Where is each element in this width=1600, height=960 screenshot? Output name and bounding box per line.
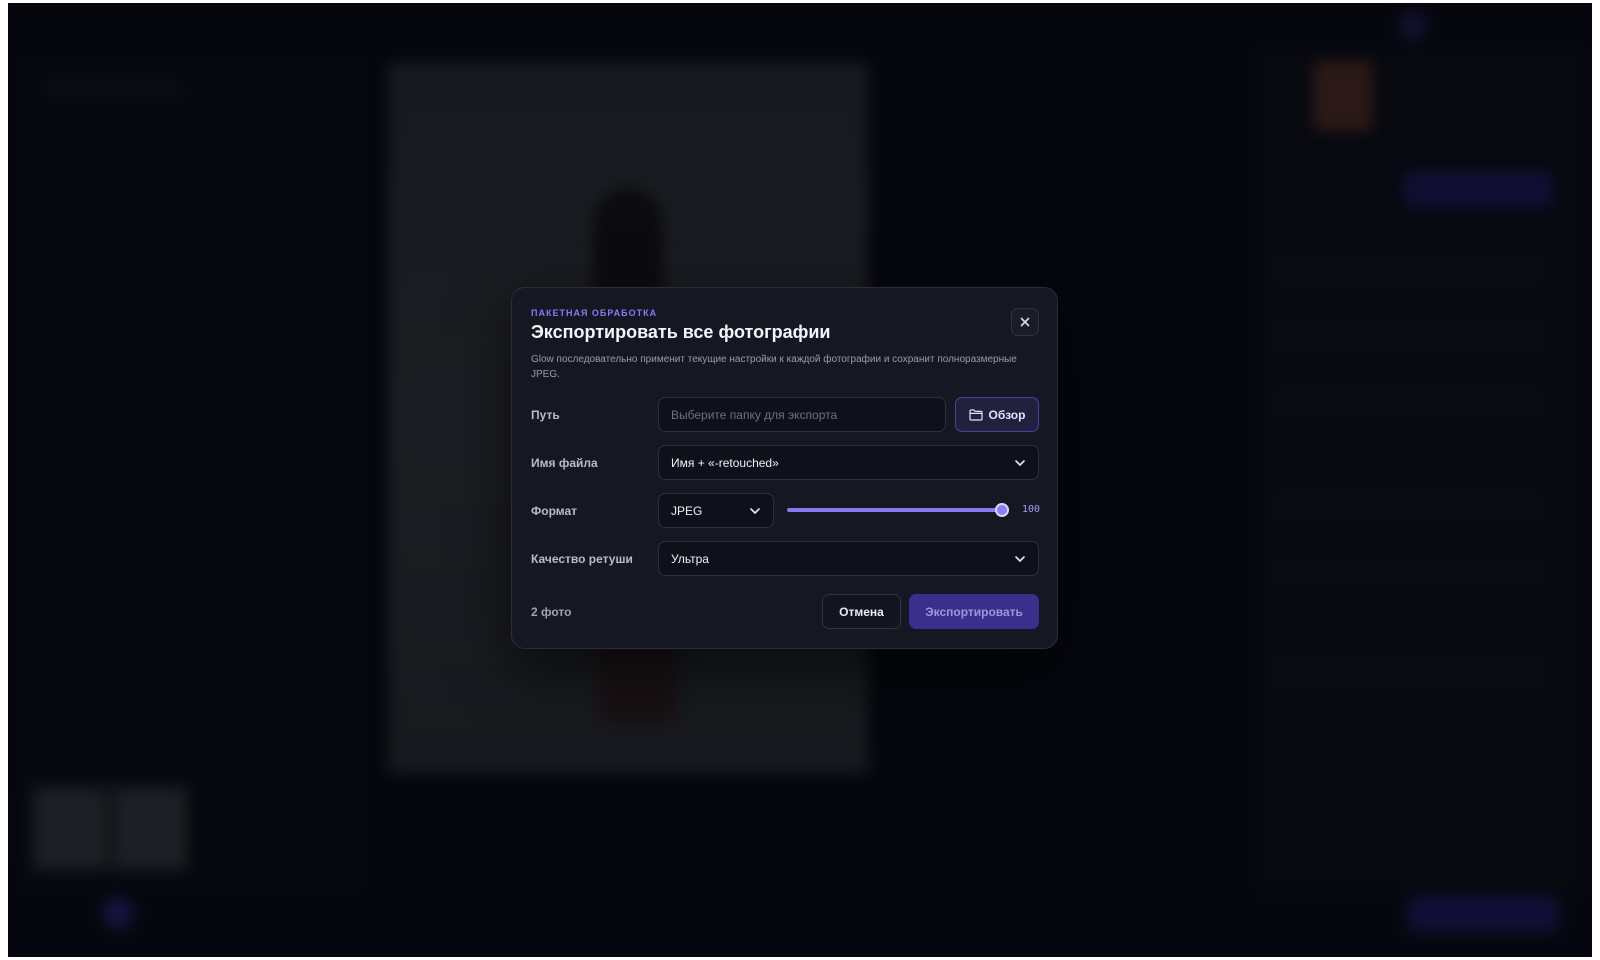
dialog-description: Glow последовательно применит текущие на… [531, 354, 1017, 380]
jpeg-quality-value: 100 [1021, 504, 1040, 515]
retouch-quality-select[interactable]: Ультра [658, 541, 1039, 576]
chevron-down-icon [749, 505, 761, 517]
close-button[interactable] [1011, 308, 1039, 336]
close-icon [1020, 317, 1030, 327]
export-path-input[interactable]: Выберите папку для экспорта [658, 397, 946, 432]
format-selected: JPEG [671, 503, 703, 518]
retouch-quality-selected: Ультра [671, 551, 709, 566]
browse-button-label: Обзор [988, 407, 1026, 422]
export-button[interactable]: Экспортировать [909, 594, 1039, 629]
dialog-title: Экспортировать все фотографии [531, 322, 831, 342]
filename-label: Имя файла [531, 456, 598, 470]
browse-button[interactable]: Обзор [955, 397, 1039, 432]
retouch-quality-label: Качество ретуши [531, 552, 633, 566]
chevron-down-icon [1014, 553, 1026, 565]
slider-fill [787, 508, 1002, 512]
chevron-down-icon [1014, 457, 1026, 469]
dialog-eyebrow: ПАКЕТНАЯ ОБРАБОТКА [531, 308, 658, 318]
export-all-dialog: ПАКЕТНАЯ ОБРАБОТКА Экспортировать все фо… [511, 287, 1058, 649]
photo-count: 2 фото [531, 605, 572, 619]
folder-icon [968, 408, 983, 421]
slider-handle[interactable] [995, 503, 1009, 517]
format-select[interactable]: JPEG [658, 493, 774, 528]
export-path-placeholder: Выберите папку для экспорта [671, 407, 838, 422]
filename-select[interactable]: Имя + «-retouched» [658, 445, 1039, 480]
jpeg-quality-slider[interactable] [787, 503, 1009, 517]
filename-selected: Имя + «-retouched» [671, 455, 779, 470]
cancel-button[interactable]: Отмена [822, 594, 901, 629]
path-label: Путь [531, 408, 560, 422]
format-label: Формат [531, 504, 578, 518]
